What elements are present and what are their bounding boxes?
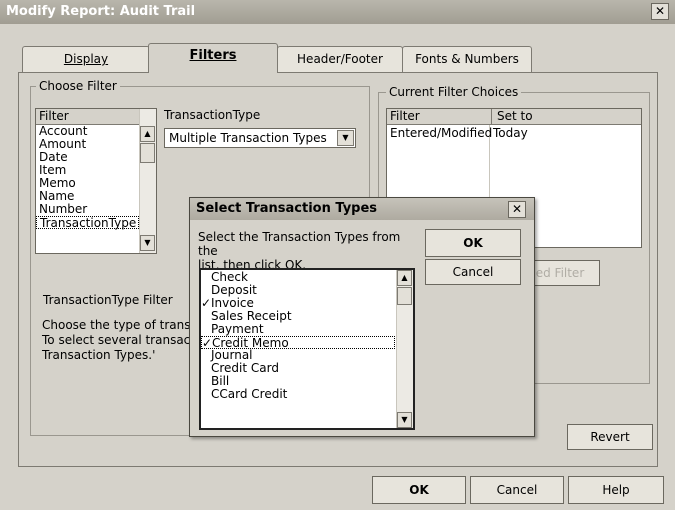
- transaction-type-item[interactable]: CCard Credit: [201, 388, 395, 401]
- ok-label: OK: [409, 483, 429, 497]
- desc-line: To select several transacti: [42, 333, 199, 347]
- transaction-type-dropdown[interactable]: Multiple Transaction Types ▼: [164, 128, 356, 148]
- transaction-type-label: Bill: [211, 374, 230, 388]
- scroll-down-icon[interactable]: ▼: [140, 235, 155, 251]
- transaction-type-label: Credit Card: [211, 361, 279, 375]
- chevron-down-icon[interactable]: ▼: [337, 130, 354, 146]
- transaction-type-item[interactable]: Credit Card: [201, 362, 395, 375]
- transaction-types-items: Check Deposit ✓Invoice Sales Receipt Payment…: [201, 270, 395, 401]
- current-filters-legend: Current Filter Choices: [386, 85, 522, 99]
- filter-listbox[interactable]: Filter Account Amount Date Item Memo Name Numb…: [35, 108, 157, 254]
- transaction-type-label: Check: [211, 270, 248, 284]
- row-set-to: Today: [493, 126, 528, 140]
- remove-filter-label: ed Filter: [535, 266, 585, 280]
- revert-label: Revert: [590, 430, 630, 444]
- type-filter-description: Choose the type of transa To select seve…: [42, 318, 198, 363]
- types-scrollbar[interactable]: ▲ ▼: [396, 270, 413, 428]
- tab-header-footer[interactable]: Header/Footer: [277, 46, 403, 72]
- filter-list-item[interactable]: Number: [36, 203, 139, 216]
- close-icon: ✕: [511, 202, 523, 216]
- popup-titlebar: Select Transaction Types: [190, 198, 534, 220]
- tab-label: Display: [63, 52, 109, 66]
- choose-filter-legend: Choose Filter: [36, 79, 120, 93]
- scroll-up-icon[interactable]: ▲: [140, 126, 155, 142]
- popup-ok-button[interactable]: OK: [425, 229, 521, 257]
- tab-filters[interactable]: Filters: [148, 43, 278, 73]
- transaction-type-item[interactable]: Payment: [201, 323, 395, 336]
- desc-line: Choose the type of transa: [42, 318, 198, 332]
- transaction-types-listbox[interactable]: Check Deposit ✓Invoice Sales Receipt Payment…: [199, 268, 415, 430]
- select-transaction-types-dialog: Select Transaction Types ✕ Select the Tr…: [189, 197, 535, 437]
- popup-title: Select Transaction Types: [196, 201, 378, 216]
- popup-ok-label: OK: [463, 236, 483, 250]
- transaction-type-label: Payment: [211, 322, 264, 336]
- revert-button[interactable]: Revert: [567, 424, 653, 450]
- close-icon: ✕: [654, 4, 666, 18]
- window-title: Modify Report: Audit Trail: [6, 4, 196, 19]
- popup-instructions: Select the Transaction Types from the li…: [198, 230, 418, 272]
- tab-label: Filters: [189, 48, 237, 63]
- filter-items: Account Amount Date Item Memo Name Number Trans…: [36, 125, 139, 230]
- table-row[interactable]: Entered/Modified Today: [387, 125, 641, 141]
- transaction-type-label: TransactionType: [164, 108, 261, 122]
- dropdown-value: Multiple Transaction Types: [169, 131, 327, 145]
- help-button[interactable]: Help: [568, 476, 664, 504]
- cancel-button[interactable]: Cancel: [470, 476, 564, 504]
- filter-list-header: Filter: [36, 109, 139, 125]
- row-filter: Entered/Modified: [390, 126, 493, 140]
- current-filters-header: Filter Set to: [387, 109, 641, 125]
- scroll-down-icon[interactable]: ▼: [397, 412, 412, 428]
- transaction-type-label: Invoice: [211, 296, 254, 310]
- popup-cancel-label: Cancel: [452, 265, 494, 279]
- scroll-up-icon[interactable]: ▲: [397, 270, 412, 286]
- instruction-line: Select the Transaction Types from the: [198, 230, 401, 258]
- filter-list-item[interactable]: TransactionType: [36, 216, 139, 230]
- col-filter: Filter: [390, 109, 420, 123]
- scroll-thumb[interactable]: [397, 287, 412, 305]
- tab-display[interactable]: Display: [22, 46, 150, 72]
- tab-fonts-numbers[interactable]: Fonts & Numbers: [402, 46, 532, 72]
- transaction-type-label: CCard Credit: [211, 387, 288, 401]
- ok-button[interactable]: OK: [372, 476, 466, 504]
- window-close-button[interactable]: ✕: [651, 3, 669, 20]
- tab-label: Header/Footer: [297, 52, 383, 66]
- desc-line: Transaction Types.': [42, 348, 156, 362]
- popup-close-button[interactable]: ✕: [508, 201, 526, 218]
- tab-label: Fonts & Numbers: [415, 52, 519, 66]
- type-filter-legend: TransactionType Filter: [40, 293, 176, 307]
- filter-list-scrollbar[interactable]: ▲ ▼: [139, 109, 156, 253]
- help-label: Help: [602, 483, 630, 497]
- scroll-thumb[interactable]: [140, 143, 155, 163]
- popup-cancel-button[interactable]: Cancel: [425, 259, 521, 285]
- col-set-to: Set to: [491, 109, 533, 125]
- checkmark-icon: ✓: [201, 296, 212, 310]
- window-titlebar: Modify Report: Audit Trail: [0, 0, 675, 24]
- transaction-type-label: Journal: [211, 348, 253, 362]
- transaction-type-label: Deposit: [211, 283, 257, 297]
- cancel-label: Cancel: [496, 483, 538, 497]
- transaction-type-label: Sales Receipt: [211, 309, 292, 323]
